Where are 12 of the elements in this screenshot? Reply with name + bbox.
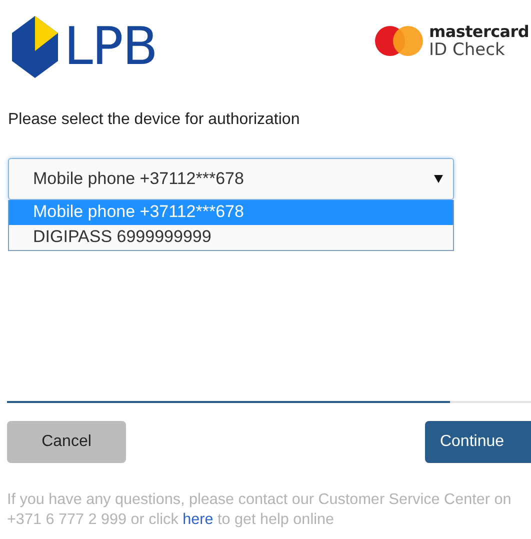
interlocking-circles-icon — [374, 26, 423, 56]
hexagon-logo-icon — [12, 16, 58, 78]
prompt-text: Please select the device for authorization — [8, 111, 301, 129]
bank-logo: LPB — [64, 21, 158, 73]
caret-icon — [434, 175, 443, 183]
continue-button[interactable]: Continue — [425, 421, 531, 463]
cancel-button[interactable]: Cancel — [7, 421, 126, 463]
scheme-product: ID Check — [428, 41, 506, 59]
help-link[interactable]: here — [182, 511, 214, 528]
device-select[interactable]: Mobile phone +37112***678 — [8, 158, 454, 200]
scheme-name: mastercard — [428, 23, 529, 41]
help-text: If you have any questions, please contact our Customer Service Center on +371 6 777 2 999 or click here to get help online — [7, 490, 512, 530]
